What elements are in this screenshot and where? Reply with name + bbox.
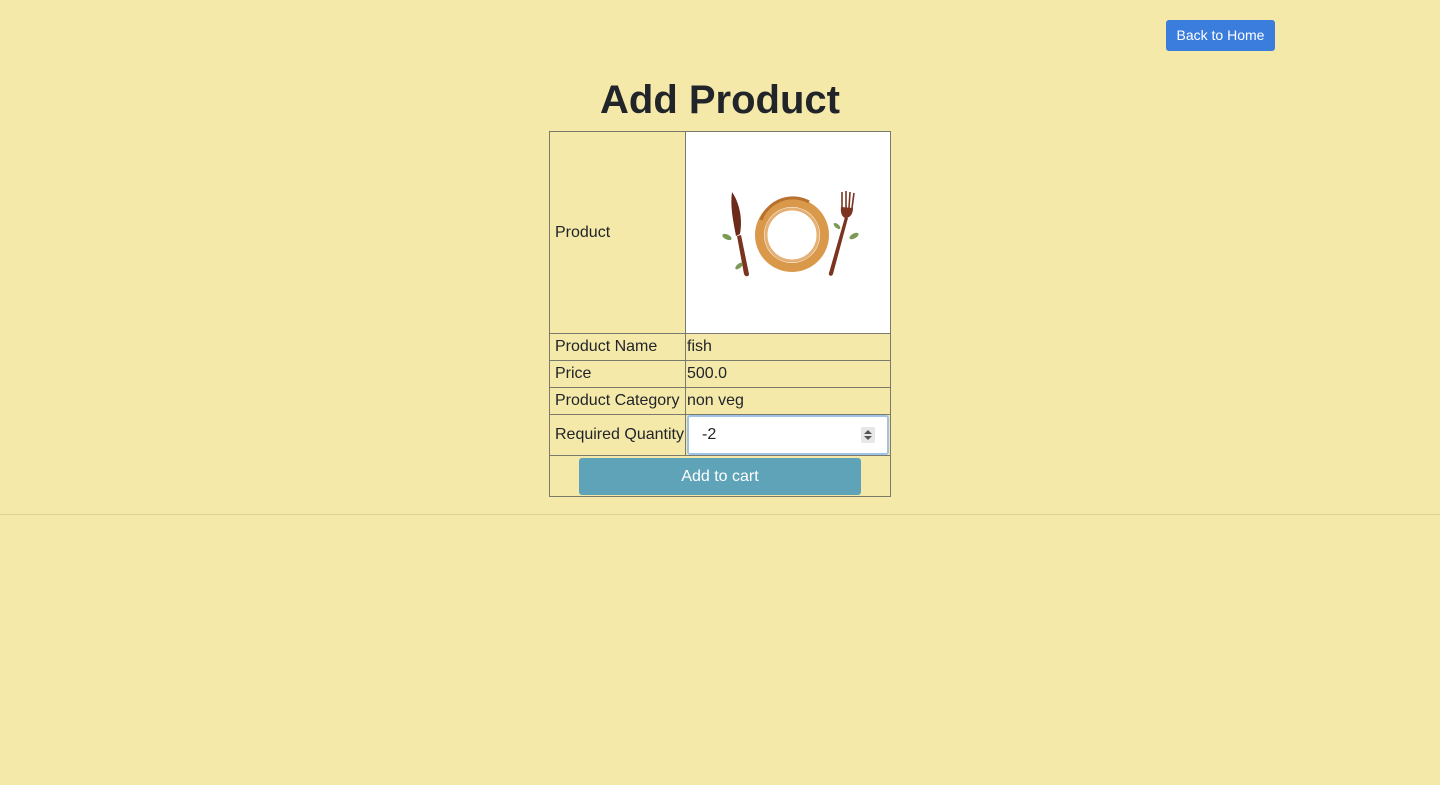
quantity-value[interactable]: -2 — [702, 426, 716, 444]
product-table: Product Product Name fish Price 500.0 Pr… — [549, 131, 891, 497]
chevron-down-icon[interactable] — [864, 436, 872, 440]
required-quantity-label: Required Quantity — [549, 414, 686, 456]
price-label: Price — [549, 360, 686, 388]
product-name-value: fish — [685, 333, 891, 361]
table-row: Price 500.0 — [549, 360, 891, 388]
table-row: Product — [549, 131, 891, 334]
back-to-home-button[interactable]: Back to Home — [1166, 20, 1275, 51]
product-category-value: non veg — [685, 387, 891, 415]
table-row: Product Category non veg — [549, 387, 891, 415]
add-to-cart-button[interactable]: Add to cart — [579, 458, 861, 495]
table-row: Add to cart — [549, 455, 891, 497]
chevron-up-icon[interactable] — [864, 430, 872, 434]
spinner-arrows-icon[interactable] — [861, 427, 875, 443]
divider — [0, 514, 1440, 515]
product-category-label: Product Category — [549, 387, 686, 415]
quantity-cell: -2 — [685, 414, 891, 456]
page: Back to Home Add Product Product Product… — [0, 0, 1440, 785]
product-name-label: Product Name — [549, 333, 686, 361]
price-value: 500.0 — [685, 360, 891, 388]
table-row: Required Quantity -2 — [549, 414, 891, 456]
table-row: Product Name fish — [549, 333, 891, 361]
product-image-cell — [685, 131, 891, 334]
add-to-cart-cell: Add to cart — [549, 455, 891, 497]
product-image-label: Product — [549, 131, 686, 334]
quantity-stepper[interactable]: -2 — [687, 415, 889, 455]
page-title: Add Product — [600, 78, 840, 122]
plate-knife-fork-icon — [721, 191, 859, 277]
